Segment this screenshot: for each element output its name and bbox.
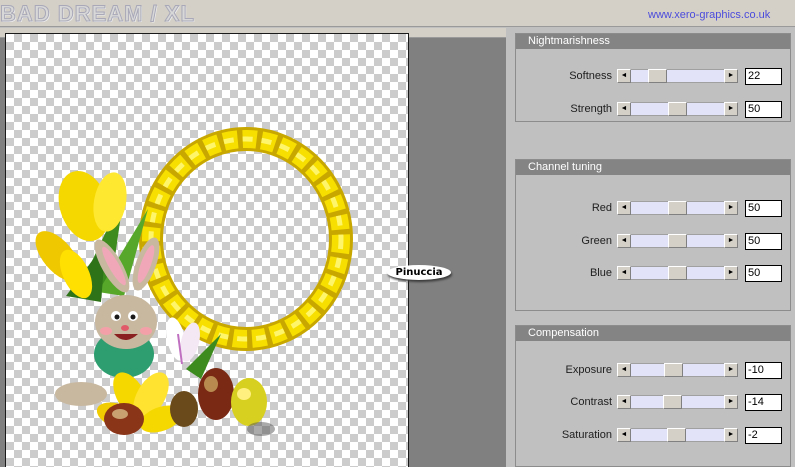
slider-thumb[interactable]: [668, 234, 687, 248]
arrow-left-icon[interactable]: ◄: [617, 266, 631, 280]
slider-thumb[interactable]: [668, 266, 687, 280]
arrow-left-icon[interactable]: ◄: [617, 428, 631, 442]
slider-row-red: Red ◄ ► 50: [516, 200, 792, 217]
arrow-right-icon[interactable]: ►: [724, 69, 738, 83]
slider-thumb[interactable]: [648, 69, 667, 83]
slider-row-exposure: Exposure ◄ ► -10: [516, 362, 792, 379]
arrow-left-icon[interactable]: ◄: [617, 69, 631, 83]
slider-row-strength: Strength ◄ ► 50: [516, 101, 792, 118]
slider-label: Strength: [570, 103, 612, 115]
slider-thumb[interactable]: [663, 395, 682, 409]
exposure-slider[interactable]: ◄ ►: [617, 363, 738, 377]
slider-label: Contrast: [570, 396, 612, 408]
panel-title: Nightmarishness: [516, 34, 790, 49]
arrow-right-icon[interactable]: ►: [724, 234, 738, 248]
arrow-left-icon[interactable]: ◄: [617, 201, 631, 215]
red-slider[interactable]: ◄ ►: [617, 201, 738, 215]
green-value-field[interactable]: 50: [745, 233, 782, 250]
channel-tuning-panel: Channel tuning Red ◄ ► 50 Green ◄ ► 50 B…: [515, 159, 791, 311]
compensation-panel: Compensation Exposure ◄ ► -10 Contrast ◄…: [515, 325, 791, 467]
preview-artwork: [35, 127, 353, 436]
slider-thumb[interactable]: [668, 102, 687, 116]
red-value-field[interactable]: 50: [745, 200, 782, 217]
slider-thumb[interactable]: [668, 201, 687, 215]
arrow-right-icon[interactable]: ►: [724, 102, 738, 116]
title-bar: BAD DREAM / XL www.xero-graphics.co.uk: [0, 0, 795, 27]
arrow-left-icon[interactable]: ◄: [617, 363, 631, 377]
slider-label: Softness: [569, 70, 612, 82]
contrast-value-field[interactable]: -14: [745, 394, 782, 411]
slider-label: Exposure: [565, 364, 612, 376]
slider-row-green: Green ◄ ► 50: [516, 233, 792, 250]
arrow-right-icon[interactable]: ►: [724, 266, 738, 280]
watermark-badge: Pinuccia: [387, 265, 451, 280]
plugin-brand-title: BAD DREAM / XL: [0, 1, 195, 27]
blue-value-field[interactable]: 50: [745, 265, 782, 282]
panel-divider: [506, 28, 515, 467]
saturation-value-field[interactable]: -2: [745, 427, 782, 444]
slider-row-blue: Blue ◄ ► 50: [516, 265, 792, 282]
panel-title: Compensation: [516, 326, 790, 341]
slider-thumb[interactable]: [664, 363, 683, 377]
strength-slider[interactable]: ◄ ►: [617, 102, 738, 116]
slider-row-contrast: Contrast ◄ ► -14: [516, 394, 792, 411]
saturation-slider[interactable]: ◄ ►: [617, 428, 738, 442]
green-slider[interactable]: ◄ ►: [617, 234, 738, 248]
yellow-wreath-image: [139, 127, 353, 351]
website-link[interactable]: www.xero-graphics.co.uk: [648, 9, 770, 21]
slider-label: Green: [581, 235, 612, 247]
exposure-value-field[interactable]: -10: [745, 362, 782, 379]
strength-value-field[interactable]: 50: [745, 101, 782, 118]
arrow-right-icon[interactable]: ►: [724, 201, 738, 215]
arrow-right-icon[interactable]: ►: [724, 395, 738, 409]
slider-label: Blue: [589, 267, 612, 279]
slider-label: Saturation: [561, 429, 612, 441]
blue-slider[interactable]: ◄ ►: [617, 266, 738, 280]
panel-title: Channel tuning: [516, 160, 790, 175]
slider-thumb[interactable]: [667, 428, 686, 442]
nightmarishness-panel: Nightmarishness Softness ◄ ► 22 Strength…: [515, 33, 791, 122]
arrow-left-icon[interactable]: ◄: [617, 234, 631, 248]
contrast-slider[interactable]: ◄ ►: [617, 395, 738, 409]
slider-label: Red: [591, 202, 612, 214]
slider-row-softness: Softness ◄ ► 22: [516, 68, 792, 85]
arrow-left-icon[interactable]: ◄: [617, 395, 631, 409]
arrow-right-icon[interactable]: ►: [724, 428, 738, 442]
slider-row-saturation: Saturation ◄ ► -2: [516, 427, 792, 444]
softness-value-field[interactable]: 22: [745, 68, 782, 85]
arrow-left-icon[interactable]: ◄: [617, 102, 631, 116]
arrow-right-icon[interactable]: ►: [724, 363, 738, 377]
softness-slider[interactable]: ◄ ►: [617, 69, 738, 83]
preview-canvas[interactable]: [5, 33, 409, 467]
